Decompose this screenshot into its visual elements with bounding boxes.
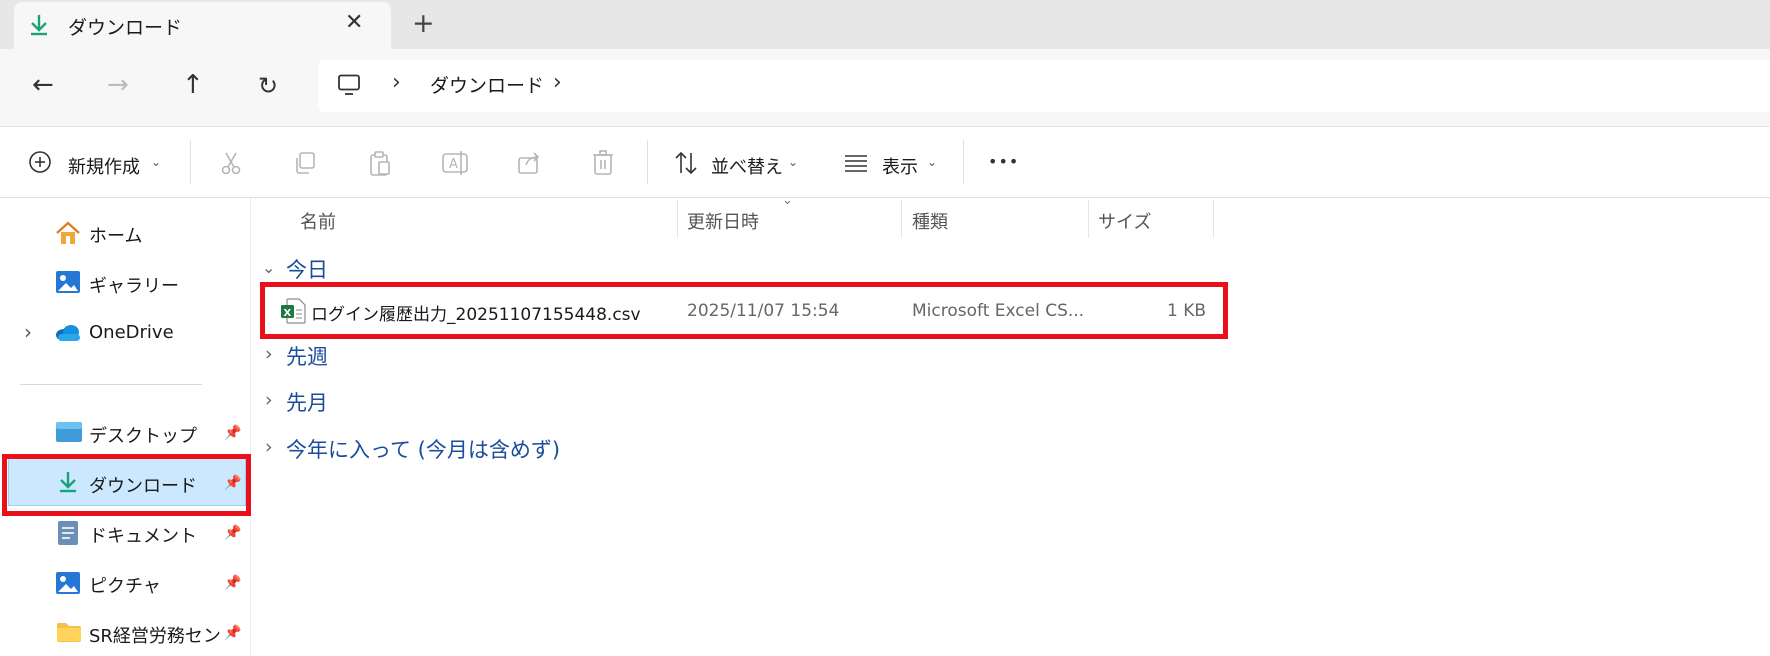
chevron-down-icon[interactable]: ⌄ [151,155,161,169]
group-header-last-week[interactable]: 先週 [286,341,328,371]
group-expand-chevron-icon[interactable]: › [265,343,273,365]
sidebar-item-onedrive[interactable]: OneDrive [89,322,174,343]
svg-text:A: A [449,157,458,172]
documents-icon [58,521,78,545]
paste-icon[interactable] [367,150,393,178]
divider [963,140,964,184]
sidebar-item-desktop[interactable]: デスクトップ [89,422,197,448]
desktop-icon [56,422,82,442]
tab-close-icon[interactable]: ✕ [345,10,363,35]
sort-indicator-icon: ⌄ [782,193,793,208]
chevron-down-icon[interactable]: ⌄ [927,155,937,169]
forward-button[interactable]: → [107,70,129,100]
sidebar-item-pictures[interactable]: ピクチャ [89,572,161,598]
rename-icon[interactable]: A [441,150,469,176]
tab-title: ダウンロード [68,17,183,39]
expand-chevron-icon[interactable]: › [24,320,32,344]
view-icon [845,155,867,172]
group-expand-chevron-icon[interactable]: › [265,389,273,411]
pin-icon[interactable]: 📌 [224,525,241,541]
this-pc-icon[interactable] [337,74,361,96]
sidebar-item-gallery[interactable]: ギャラリー [89,272,179,298]
group-collapse-chevron-icon[interactable]: ⌄ [262,258,275,277]
cut-icon[interactable] [218,150,244,176]
column-separator[interactable] [1213,200,1214,238]
column-separator[interactable] [901,200,902,238]
gallery-icon [56,271,80,293]
breadcrumb-separator[interactable]: › [553,70,562,95]
highlight-box-downloads [2,454,251,516]
new-tab-button[interactable]: + [412,8,435,39]
new-button[interactable]: 新規作成 [68,153,140,179]
up-button[interactable]: ↑ [182,70,204,100]
sidebar-divider [20,384,202,385]
divider [647,140,648,184]
pin-icon[interactable]: 📌 [224,575,241,591]
refresh-button[interactable]: ↻ [258,72,278,100]
column-header-type[interactable]: 種類 [912,208,948,234]
onedrive-cloud-icon [56,325,80,341]
group-header-last-month[interactable]: 先月 [286,387,328,417]
divider [190,140,191,184]
column-header-size[interactable]: サイズ [1098,208,1151,234]
column-header-name[interactable]: 名前 [300,208,336,234]
sort-icon [675,151,697,175]
home-icon [56,221,80,244]
breadcrumb-downloads[interactable]: ダウンロード [430,71,544,98]
pin-icon[interactable]: 📌 [224,625,241,641]
breadcrumb-separator[interactable]: › [392,70,401,95]
copy-icon[interactable] [292,150,318,176]
sidebar-item-documents[interactable]: ドキュメント [89,522,197,548]
back-button[interactable]: ← [32,70,54,100]
group-expand-chevron-icon[interactable]: › [265,436,273,458]
delete-icon[interactable] [591,150,615,176]
pin-icon[interactable]: 📌 [224,425,241,441]
more-options-button[interactable]: ••• [988,152,1019,171]
sidebar-item-home[interactable]: ホーム [89,222,142,248]
folder-icon [57,623,81,642]
share-icon[interactable] [516,150,542,176]
new-plus-icon [29,151,51,173]
sidebar-item-sr-folder[interactable]: SR経営労務センタ [89,622,221,648]
sort-button[interactable]: 並べ替え [711,153,783,179]
download-icon [31,15,47,36]
highlight-box-file [260,282,1228,339]
chevron-down-icon[interactable]: ⌄ [788,155,798,169]
pictures-icon [56,572,80,594]
column-separator[interactable] [677,200,678,238]
view-button[interactable]: 表示 [882,153,918,179]
column-header-modified[interactable]: 更新日時 [687,208,759,234]
group-header-today[interactable]: 今日 [286,254,328,284]
column-separator[interactable] [1088,200,1089,238]
group-header-this-year[interactable]: 今年に入って (今月は含めず) [286,434,560,464]
